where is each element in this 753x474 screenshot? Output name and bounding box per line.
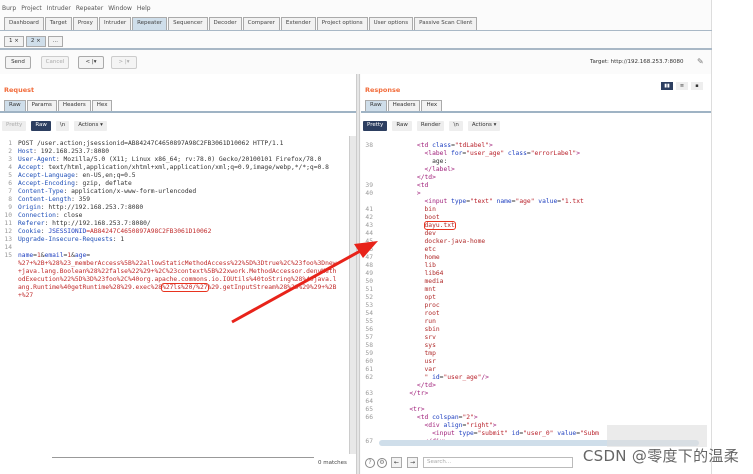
red-arrow-annotation	[231, 241, 378, 324]
watermark: CSDN @零度下的温柔	[582, 447, 739, 465]
